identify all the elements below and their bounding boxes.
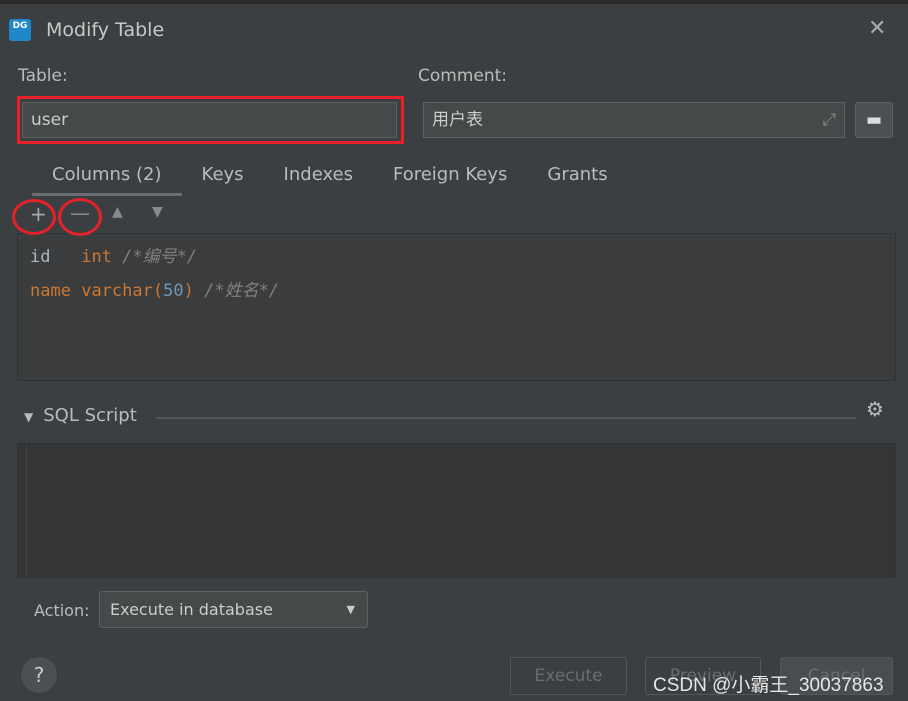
sql-script-label: SQL Script	[43, 405, 137, 426]
close-icon[interactable]: ✕	[868, 16, 886, 41]
column-row[interactable]: name varchar(50) /*姓名*/	[30, 276, 279, 301]
top-border	[0, 0, 908, 4]
sql-script-editor[interactable]	[17, 443, 896, 578]
datagrip-logo-icon: DG	[9, 19, 31, 41]
action-select[interactable]: Execute in database ▼	[99, 591, 368, 628]
table-name-input[interactable]: user	[22, 102, 397, 138]
sql-script-toggle[interactable]: ▼ SQL Script	[24, 405, 137, 426]
column-row[interactable]: id int /*编号*/	[30, 242, 197, 267]
comment-bubble-icon[interactable]: ▬	[855, 102, 893, 138]
move-up-icon[interactable]: ▲	[112, 204, 123, 220]
comment-label: Comment:	[418, 66, 508, 86]
highlight-circle-add	[12, 199, 56, 235]
tab-columns[interactable]: Columns (2)	[32, 160, 182, 196]
tab-bar: Columns (2) Keys Indexes Foreign Keys Gr…	[32, 160, 628, 196]
expand-icon[interactable]: ⤢	[822, 103, 836, 137]
watermark: CSDN @小霸王_30037863	[653, 675, 884, 696]
gutter-line	[26, 444, 27, 577]
tab-indexes[interactable]: Indexes	[264, 160, 373, 196]
move-down-icon[interactable]: ▼	[152, 204, 163, 220]
comment-input[interactable]: 用户表 ⤢	[423, 102, 845, 138]
chevron-down-icon: ▼	[346, 603, 355, 616]
tab-grants[interactable]: Grants	[527, 160, 627, 196]
comment-value: 用户表	[432, 110, 483, 130]
gear-icon[interactable]: ⚙	[866, 397, 884, 421]
execute-button[interactable]: Execute	[510, 657, 627, 695]
table-label: Table:	[18, 66, 68, 86]
action-value: Execute in database	[110, 600, 273, 619]
tab-keys[interactable]: Keys	[182, 160, 264, 196]
tab-foreign-keys[interactable]: Foreign Keys	[373, 160, 527, 196]
dialog-title: Modify Table	[46, 19, 165, 41]
collapse-triangle-icon: ▼	[24, 410, 34, 424]
highlight-circle-remove	[58, 198, 102, 236]
separator	[156, 417, 856, 419]
action-label: Action:	[34, 601, 90, 620]
help-button[interactable]: ?	[21, 657, 57, 693]
columns-toolbar	[17, 196, 896, 234]
